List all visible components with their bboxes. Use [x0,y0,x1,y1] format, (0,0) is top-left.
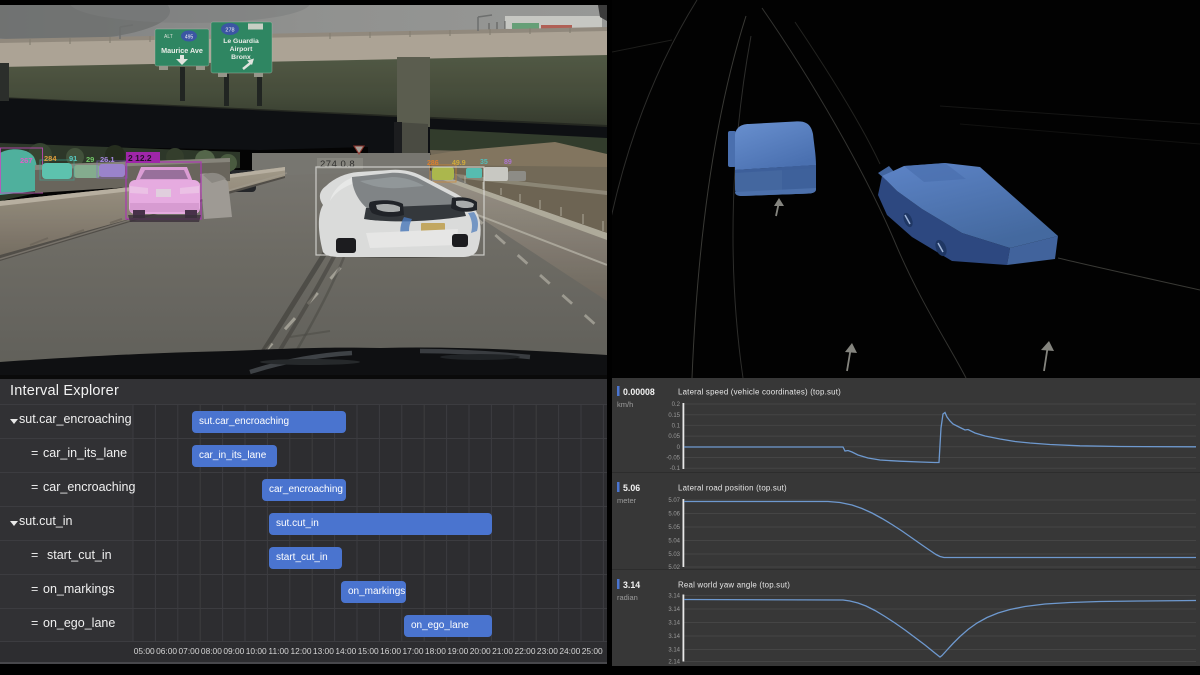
svg-text:Lateral speed (vehicle coordin: Lateral speed (vehicle coordinates) (top… [678,388,841,397]
svg-text:radian: radian [617,593,638,602]
svg-text:0.15: 0.15 [668,413,680,419]
svg-text:0.1: 0.1 [672,424,681,430]
svg-text:3.14: 3.14 [668,648,680,654]
svg-text:3.14: 3.14 [668,634,680,640]
svg-text:3.14: 3.14 [623,580,640,590]
svg-text:5.03: 5.03 [668,552,680,558]
svg-text:3.14: 3.14 [668,621,680,627]
svg-text:5.06: 5.06 [668,512,680,518]
svg-text:km/h: km/h [617,400,633,409]
svg-text:Real world yaw angle (top.sut): Real world yaw angle (top.sut) [678,581,790,590]
svg-text:5.04: 5.04 [668,539,680,545]
svg-text:-0.05: -0.05 [666,456,680,462]
svg-text:0.05: 0.05 [668,434,680,440]
svg-text:0.00008: 0.00008 [623,387,655,397]
svg-text:2.14: 2.14 [668,660,680,666]
svg-text:3.14: 3.14 [668,607,680,613]
svg-text:5.07: 5.07 [668,498,680,504]
svg-text:0.2: 0.2 [672,402,681,408]
svg-text:5.06: 5.06 [623,483,640,493]
svg-text:3.14: 3.14 [668,594,680,600]
svg-text:-0.1: -0.1 [670,466,681,472]
svg-text:Lateral road position (top.sut: Lateral road position (top.sut) [678,484,787,493]
svg-text:5.05: 5.05 [668,525,680,531]
svg-text:meter: meter [617,496,637,505]
svg-text:5.02: 5.02 [668,565,680,571]
